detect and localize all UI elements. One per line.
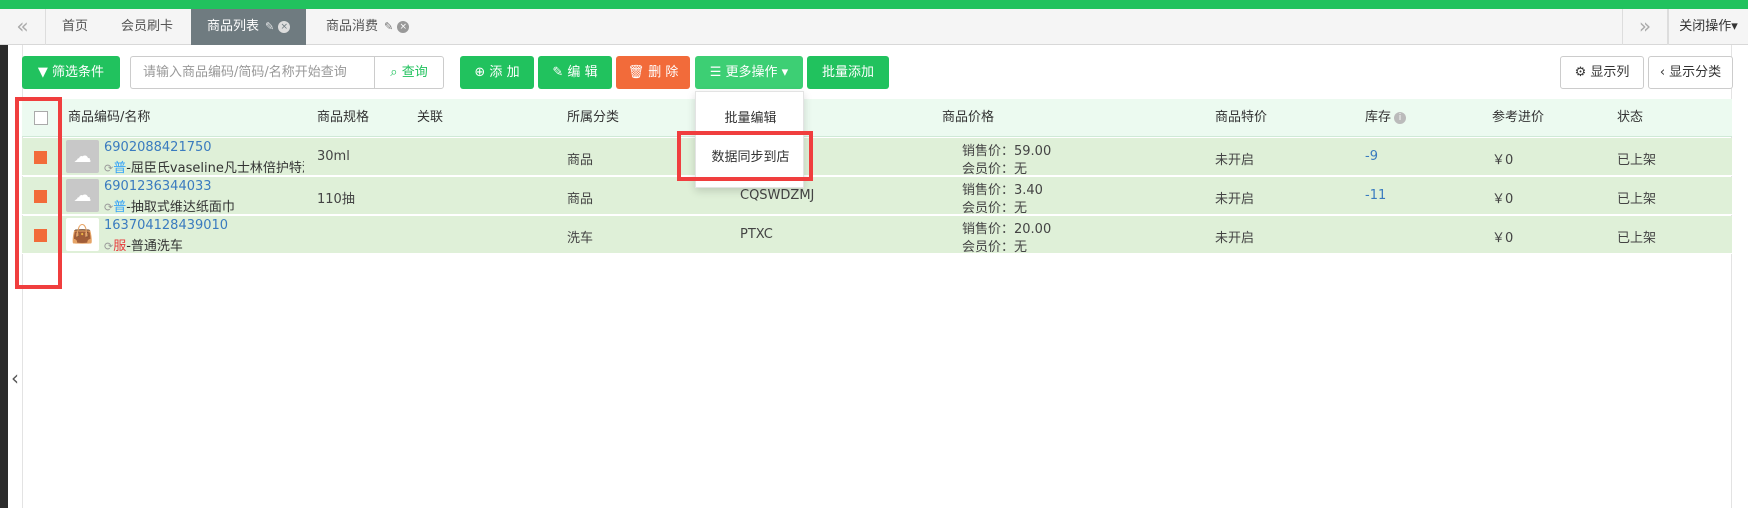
spec-cell: 110抽 xyxy=(317,192,355,207)
search-icon: ⌕ xyxy=(390,65,398,80)
header-assoc[interactable]: 关联 xyxy=(417,99,443,137)
tab-label: 商品列表 xyxy=(207,19,260,34)
more-actions-button[interactable]: ☰ 更多操作 ▾ xyxy=(695,56,803,89)
product-name: ⟳服-普通洗车 xyxy=(104,235,304,254)
shopping-bag-icon: 👜 xyxy=(66,218,99,251)
product-type-tag: 服 xyxy=(113,239,127,254)
sale-price: 销售价：20.00 xyxy=(962,222,1052,237)
batch-edit-menu-item[interactable]: 批量编辑 xyxy=(696,104,805,134)
header-special[interactable]: 商品特价 xyxy=(1215,99,1267,137)
table-row[interactable]: 👜 163704128439010 ⟳服-普通洗车 洗车 PTXC 销售价：20… xyxy=(22,216,1732,255)
tab-bar: « 首页 会员刷卡 商品列表 ✎ × 商品消费 ✎ × » 关闭操作▾ xyxy=(0,9,1748,45)
close-icon[interactable]: × xyxy=(397,20,410,33)
left-dark-strip xyxy=(0,45,8,508)
product-name: ⟳普-屈臣氏vaseline凡士林倍护特润 xyxy=(104,157,304,176)
product-code-link[interactable]: 6902088421750 xyxy=(104,140,212,155)
cost-cell: ￥0 xyxy=(1492,153,1514,168)
batch-add-button[interactable]: 批量添加 xyxy=(807,56,889,89)
checkbox-column-highlight xyxy=(15,97,62,289)
search-input[interactable]: 请输入商品编码/简码/名称开始查询 xyxy=(130,56,375,89)
cloud-image-icon: ☁ xyxy=(66,179,99,212)
cost-cell: ￥0 xyxy=(1492,231,1514,246)
product-code-link[interactable]: 6901236344033 xyxy=(104,179,212,194)
sync-icon: ⟳ xyxy=(104,201,114,214)
short-code-cell: CQSWDZMJ xyxy=(740,188,815,203)
tab-member-card[interactable]: 会员刷卡 xyxy=(105,9,189,45)
close-operations-menu[interactable]: 关闭操作▾ xyxy=(1668,9,1748,45)
tab-product-consume[interactable]: 商品消费 ✎ × xyxy=(310,9,425,45)
member-price: 会员价：无 xyxy=(962,201,1028,216)
tab-label: 首页 xyxy=(62,19,89,34)
search-button[interactable]: ⌕ 查询 xyxy=(374,56,444,89)
double-chevron-left-icon: « xyxy=(16,14,29,38)
header-stock[interactable]: 库存 i xyxy=(1365,99,1407,137)
sale-price: 销售价：3.40 xyxy=(962,183,1043,198)
tab-scroll-left-button[interactable]: « xyxy=(0,9,46,45)
member-price: 会员价：无 xyxy=(962,240,1028,255)
header-status[interactable]: 状态 xyxy=(1617,99,1643,137)
category-cell: 商品 xyxy=(567,153,594,168)
table-header: 商品编码/名称 商品规格 关联 所属分类 商品价格 商品特价 库存 i 参考进价 … xyxy=(22,99,1732,137)
status-cell: 已上架 xyxy=(1617,153,1657,168)
table-row[interactable]: ☁ 6901236344033 ⟳普-抽取式维达纸面巾 110抽 商品 CQSW… xyxy=(22,177,1732,216)
spec-cell: 30ml xyxy=(317,149,350,164)
filter-button[interactable]: ▼ 筛选条件 xyxy=(22,56,120,89)
product-name: ⟳普-抽取式维达纸面巾 xyxy=(104,196,304,215)
collapse-sidebar-icon[interactable]: ‹ xyxy=(11,366,19,390)
table-row[interactable]: ☁ 6902088421750 ⟳普-屈臣氏vaseline凡士林倍护特润 30… xyxy=(22,138,1732,177)
special-cell: 未开启 xyxy=(1215,153,1255,168)
sale-price: 销售价：59.00 xyxy=(962,144,1052,159)
show-columns-button[interactable]: ⚙ 显示列 xyxy=(1560,56,1644,89)
category-cell: 洗车 xyxy=(567,231,594,246)
header-category[interactable]: 所属分类 xyxy=(567,99,619,137)
special-cell: 未开启 xyxy=(1215,231,1255,246)
stock-link[interactable]: -11 xyxy=(1365,188,1386,203)
short-code-cell: PTXC xyxy=(740,227,773,242)
member-price: 会员价：无 xyxy=(962,162,1028,177)
special-cell: 未开启 xyxy=(1215,192,1255,207)
sync-icon: ⟳ xyxy=(104,162,114,175)
product-name-text: -抽取式维达纸面巾 xyxy=(126,200,235,215)
top-accent-bar xyxy=(0,0,1748,9)
tab-label: 商品消费 xyxy=(326,19,379,34)
product-code-link[interactable]: 163704128439010 xyxy=(104,218,228,233)
header-spec[interactable]: 商品规格 xyxy=(317,99,369,137)
header-cost[interactable]: 参考进价 xyxy=(1492,99,1544,137)
pin-icon[interactable]: ✎ xyxy=(265,20,274,33)
category-cell: 商品 xyxy=(567,192,594,207)
product-type-tag: 普 xyxy=(113,200,127,215)
pin-icon[interactable]: ✎ xyxy=(384,20,393,33)
sync-icon: ⟳ xyxy=(104,240,114,253)
edit-button[interactable]: ✎ 编 辑 xyxy=(538,56,612,89)
double-chevron-right-icon: » xyxy=(1638,14,1652,38)
product-name-text: -普通洗车 xyxy=(126,239,183,254)
status-cell: 已上架 xyxy=(1617,192,1657,207)
search-label: 查询 xyxy=(401,65,428,80)
delete-button[interactable]: 🗑 删 除 xyxy=(616,56,690,89)
header-code-name[interactable]: 商品编码/名称 xyxy=(68,99,150,137)
show-categories-button[interactable]: ‹ 显示分类 xyxy=(1648,56,1733,89)
product-type-tag: 普 xyxy=(113,161,127,176)
add-button[interactable]: ⊕ 添 加 xyxy=(460,56,534,89)
header-stock-label: 库存 xyxy=(1365,110,1392,125)
tab-scroll-right-button[interactable]: » xyxy=(1622,9,1668,45)
status-cell: 已上架 xyxy=(1617,231,1657,246)
sync-menu-highlight xyxy=(677,131,813,181)
tab-label: 会员刷卡 xyxy=(121,19,174,34)
cloud-image-icon: ☁ xyxy=(66,140,99,173)
info-icon[interactable]: i xyxy=(1394,111,1407,124)
stock-link[interactable]: -9 xyxy=(1365,149,1378,164)
product-name-text: -屈臣氏vaseline凡士林倍护特润 xyxy=(126,161,304,176)
tab-home[interactable]: 首页 xyxy=(46,9,104,45)
header-price[interactable]: 商品价格 xyxy=(942,99,994,137)
tab-product-list[interactable]: 商品列表 ✎ × xyxy=(191,9,306,45)
cost-cell: ￥0 xyxy=(1492,192,1514,207)
close-icon[interactable]: × xyxy=(278,20,291,33)
